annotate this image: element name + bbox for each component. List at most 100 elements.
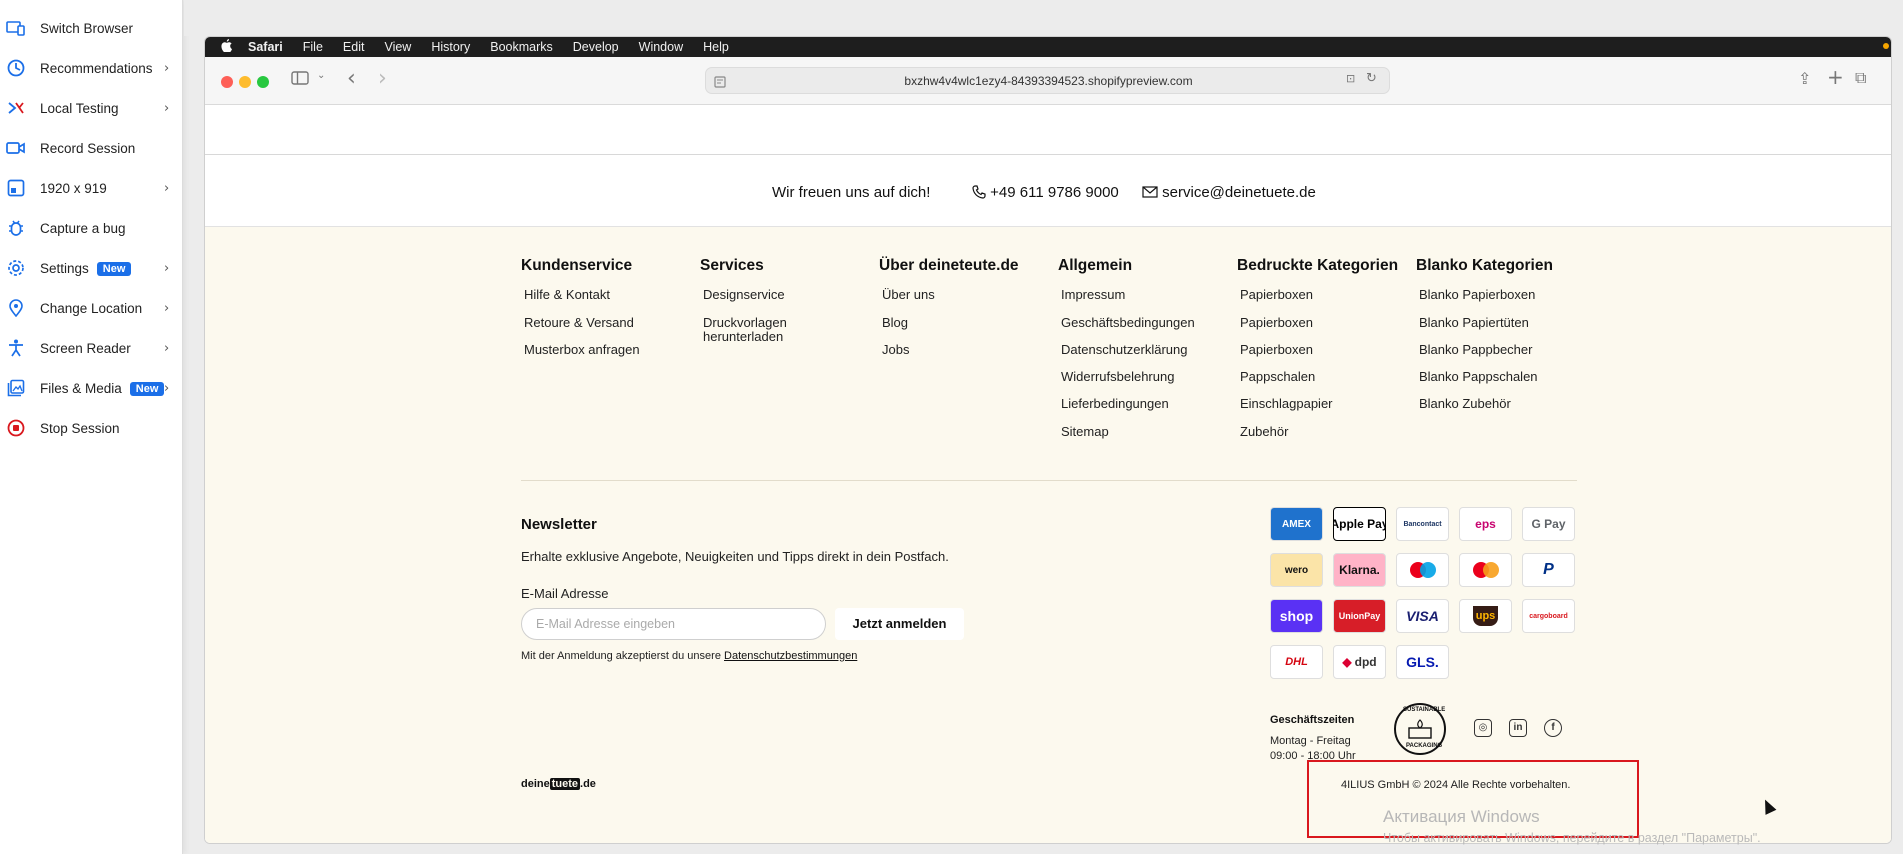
footer-link[interactable]: Retoure & Versand — [524, 316, 634, 330]
footer-link[interactable]: Papierboxen — [1240, 343, 1313, 357]
screen-reader-item[interactable]: Screen Reader › — [0, 328, 183, 368]
contact-email[interactable]: service@deinetuete.de — [1142, 184, 1316, 201]
footer-link[interactable]: Pappschalen — [1240, 370, 1315, 384]
record-session-item[interactable]: Record Session — [0, 128, 183, 168]
email-input[interactable]: E-Mail Adresse eingeben — [521, 608, 826, 640]
menu-bookmarks[interactable]: Bookmarks — [490, 40, 553, 54]
footer-divider — [521, 480, 1577, 481]
url-text: bxzhw4v4wlc1ezy4-84393394523.shopifyprev… — [904, 74, 1193, 88]
files-media-label: Files & Media New — [40, 381, 165, 396]
footer-link[interactable]: Blog — [882, 316, 908, 330]
menu-history[interactable]: History — [431, 40, 470, 54]
privacy-link[interactable]: Datenschutzbestimmungen — [724, 650, 857, 662]
contact-greeting: Wir freuen uns auf dich! — [772, 184, 931, 201]
new-tab-icon[interactable]: + — [1827, 65, 1844, 89]
files-media-item[interactable]: Files & Media New › — [0, 368, 183, 408]
safari-window: Safari File Edit View History Bookmarks … — [204, 36, 1892, 844]
footer-link[interactable]: Jobs — [882, 343, 909, 357]
facebook-icon[interactable]: f — [1544, 719, 1562, 737]
subscribe-button[interactable]: Jetzt anmelden — [835, 608, 964, 640]
newsletter-subtitle: Erhalte exklusive Angebote, Neuigkeiten … — [521, 549, 949, 564]
footer-link[interactable]: Lieferbedingungen — [1061, 397, 1169, 411]
capture-bug-label: Capture a bug — [40, 220, 126, 236]
recommendations-label: Recommendations — [40, 60, 153, 76]
contact-bar: Wir freuen uns auf dich! +49 611 9786 90… — [205, 155, 1891, 227]
footer-link[interactable]: Hilfe & Kontakt — [524, 288, 610, 302]
menu-view[interactable]: View — [384, 40, 411, 54]
footer-link[interactable]: Musterbox anfragen — [524, 343, 640, 357]
recommendations-item[interactable]: Recommendations › — [0, 48, 183, 88]
footer-link[interactable]: Designservice — [703, 288, 785, 302]
footer-link[interactable]: Druckvorlagen — [703, 316, 787, 330]
payment-googlepay: G Pay — [1522, 507, 1575, 541]
linkedin-icon[interactable]: in — [1509, 719, 1527, 737]
menu-window[interactable]: Window — [639, 40, 683, 54]
recording-indicator — [1883, 43, 1889, 49]
footer-link[interactable]: Über uns — [882, 288, 935, 302]
contact-phone[interactable]: +49 611 9786 9000 — [972, 184, 1119, 201]
site-logo[interactable]: deine tuete .de — [521, 778, 596, 790]
address-bar[interactable]: bxzhw4v4wlc1ezy4-84393394523.shopifyprev… — [705, 67, 1390, 94]
footer-heading-allgemein: Allgemein — [1058, 257, 1133, 274]
settings-item[interactable]: Settings New › — [0, 248, 183, 288]
footer-heading-blanko: Blanko Kategorien — [1416, 257, 1553, 274]
windows-activation-subtitle: Чтобы активировать Windows, перейдите в … — [1383, 831, 1761, 845]
web-page: Wir freuen uns auf dich! +49 611 9786 90… — [205, 106, 1891, 843]
sidebar-toggle-icon[interactable] — [291, 70, 309, 89]
footer-link[interactable]: Blanko Papiertüten — [1419, 316, 1529, 330]
forward-button[interactable]: › — [378, 66, 387, 91]
footer-link[interactable]: Geschäftsbedingungen — [1061, 316, 1195, 330]
payment-dhl: DHL — [1270, 645, 1323, 679]
newsletter-heading: Newsletter — [521, 516, 597, 533]
maximize-window-button[interactable] — [257, 76, 269, 88]
footer-link[interactable]: Papierboxen — [1240, 316, 1313, 330]
footer-link[interactable]: herunterladen — [703, 330, 783, 344]
mac-menubar: Safari File Edit View History Bookmarks … — [205, 37, 1891, 57]
reload-icon[interactable]: ↻ — [1366, 71, 1377, 86]
chevron-right-icon: › — [164, 260, 170, 276]
resolution-item[interactable]: 1920 x 919 › — [0, 168, 183, 208]
close-window-button[interactable] — [221, 76, 233, 88]
accessibility-icon — [6, 338, 26, 358]
chevron-right-icon: › — [164, 60, 170, 76]
footer-link[interactable]: Datenschutzerklärung — [1061, 343, 1187, 357]
payment-klarna: Klarna. — [1333, 553, 1386, 587]
chevron-right-icon: › — [164, 100, 170, 116]
menu-help[interactable]: Help — [703, 40, 729, 54]
menu-develop[interactable]: Develop — [573, 40, 619, 54]
chevron-right-icon: › — [164, 300, 170, 316]
back-button[interactable]: ‹ — [347, 66, 356, 91]
stop-session-item[interactable]: Stop Session — [0, 408, 183, 448]
menu-safari[interactable]: Safari — [248, 40, 283, 54]
payment-gls: GLS. — [1396, 645, 1449, 679]
footer-heading-services: Services — [700, 257, 764, 274]
safari-toolbar: ⌄ ‹ › bxzhw4v4wlc1ezy4-84393394523.shopi… — [205, 57, 1891, 105]
footer-link[interactable]: Sitemap — [1061, 425, 1109, 439]
record-session-label: Record Session — [40, 140, 136, 156]
chevron-right-icon: › — [164, 340, 170, 356]
menu-file[interactable]: File — [303, 40, 323, 54]
local-testing-item[interactable]: Local Testing › — [0, 88, 183, 128]
translate-icon[interactable]: ⊡ — [1346, 72, 1355, 85]
payment-visa: VISA — [1396, 599, 1449, 633]
footer-link[interactable]: Blanko Pappschalen — [1419, 370, 1538, 384]
footer-link[interactable]: Impressum — [1061, 288, 1125, 302]
footer-link[interactable]: Einschlagpapier — [1240, 397, 1333, 411]
menu-edit[interactable]: Edit — [343, 40, 365, 54]
footer-link[interactable]: Blanko Zubehör — [1419, 397, 1511, 411]
payment-unionpay: UnionPay — [1333, 599, 1386, 633]
footer-link[interactable]: Papierboxen — [1240, 288, 1313, 302]
footer-link[interactable]: Widerrufsbelehrung — [1061, 370, 1174, 384]
instagram-icon[interactable]: ◎ — [1474, 719, 1492, 737]
capture-bug-item[interactable]: Capture a bug — [0, 208, 183, 248]
change-location-item[interactable]: Change Location › — [0, 288, 183, 328]
tab-overview-icon[interactable]: ⧉ — [1855, 68, 1866, 88]
apple-icon[interactable] — [221, 39, 232, 55]
footer-link[interactable]: Blanko Papierboxen — [1419, 288, 1535, 302]
share-icon[interactable]: ⇪ — [1798, 69, 1811, 88]
switch-browser-item[interactable]: Switch Browser — [0, 8, 183, 48]
footer-link[interactable]: Blanko Pappbecher — [1419, 343, 1532, 357]
minimize-window-button[interactable] — [239, 76, 251, 88]
chevron-down-icon[interactable]: ⌄ — [317, 70, 325, 81]
footer-link[interactable]: Zubehör — [1240, 425, 1288, 439]
